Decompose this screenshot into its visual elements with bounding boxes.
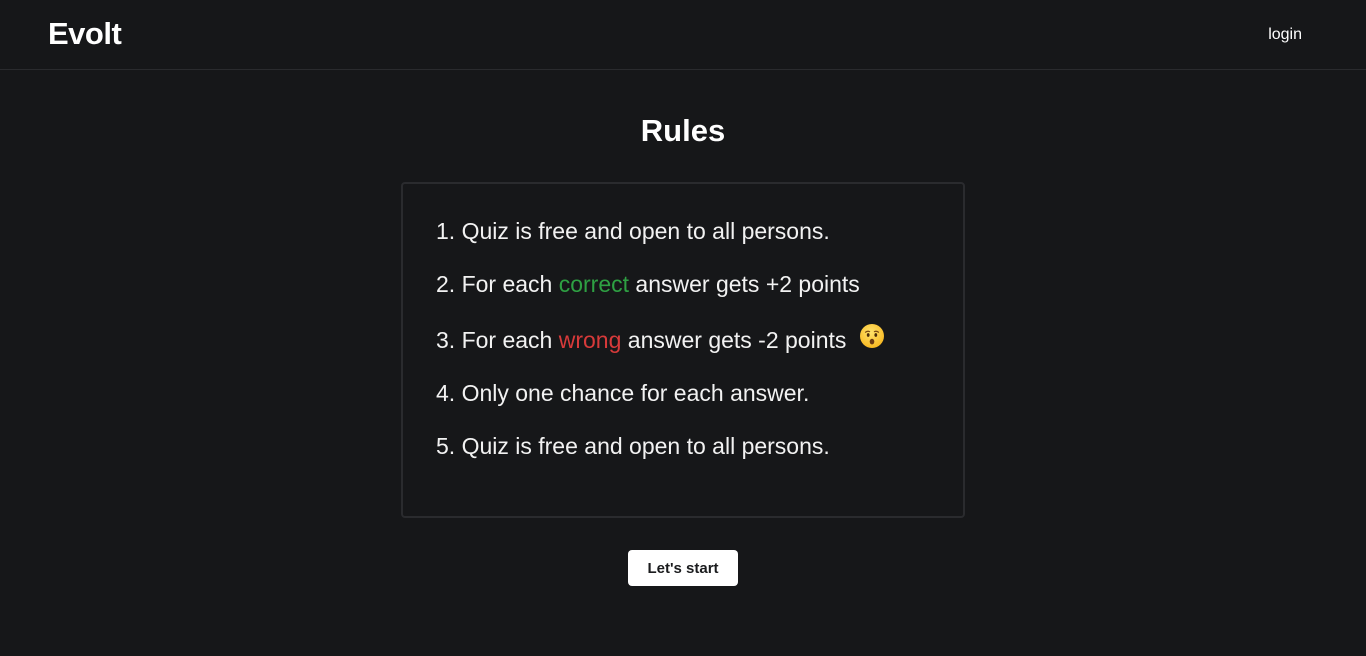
rule-text: 1. Quiz is free and open to all persons. bbox=[436, 218, 830, 244]
hushed-face-icon bbox=[859, 323, 885, 356]
rule-text: 5. Quiz is free and open to all persons. bbox=[436, 433, 830, 459]
rule-item-1: 1. Quiz is free and open to all persons. bbox=[436, 216, 830, 246]
wrong-highlight: wrong bbox=[558, 327, 622, 353]
rule-text: 2. For each bbox=[436, 271, 559, 297]
app-logo[interactable]: Evolt bbox=[48, 14, 122, 54]
rule-item-3: 3. For each wrong answer gets -2 points bbox=[436, 323, 885, 356]
rule-item-5: 5. Quiz is free and open to all persons. bbox=[436, 431, 830, 461]
page-title: Rules bbox=[640, 113, 726, 148]
rule-text: answer gets +2 points bbox=[629, 271, 860, 297]
rule-item-2: 2. For each correct answer gets +2 point… bbox=[436, 269, 860, 299]
rule-item-4: 4. Only one chance for each answer. bbox=[436, 378, 809, 408]
rule-text: answer gets -2 points bbox=[621, 327, 847, 353]
lets-start-button[interactable]: Let's start bbox=[628, 550, 738, 586]
correct-highlight: correct bbox=[558, 271, 630, 297]
rule-text: 4. Only one chance for each answer. bbox=[436, 380, 810, 406]
rules-card: 1. Quiz is free and open to all persons.… bbox=[401, 182, 965, 518]
login-link[interactable]: login bbox=[1268, 24, 1302, 46]
rule-text: 3. For each bbox=[436, 327, 559, 353]
top-navbar: Evolt login bbox=[0, 0, 1366, 70]
